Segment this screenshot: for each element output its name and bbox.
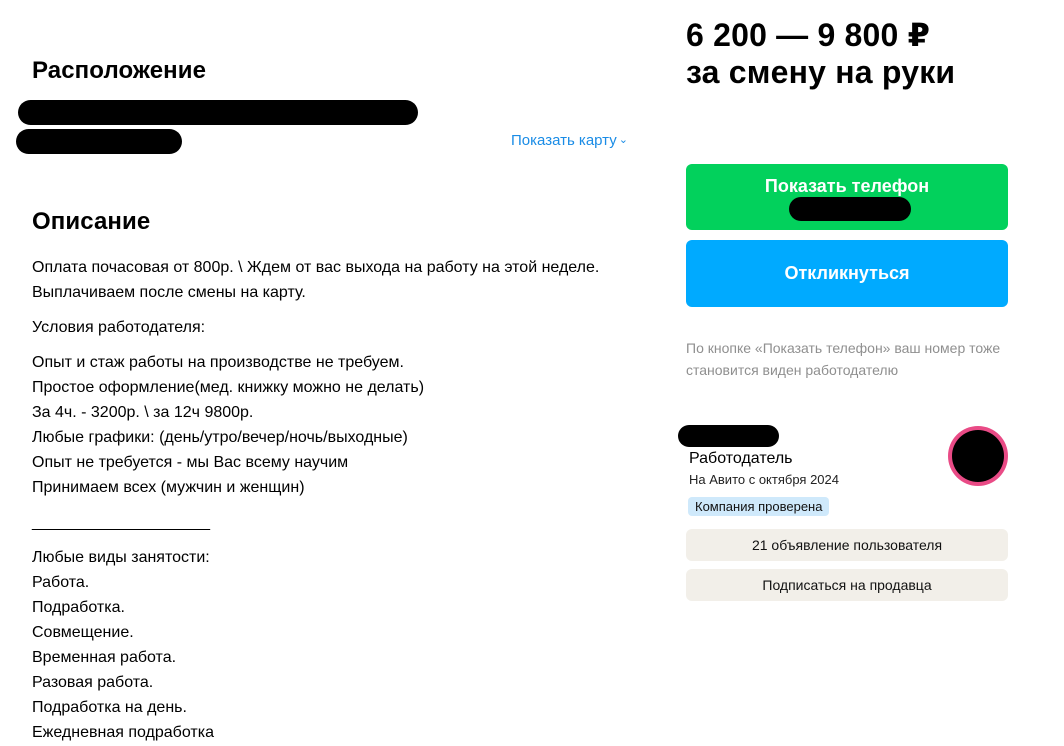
seller-listings-button[interactable]: 21 объявление пользователя [686, 529, 1008, 561]
show-map-label: Показать карту [511, 132, 617, 149]
description-paragraph: Условия работодателя: [32, 315, 652, 340]
description-line: ____________________ [32, 514, 210, 531]
description-line: Любые виды занятости: [32, 549, 210, 566]
description-paragraph: Любые виды занятости: Работа. Подработка… [32, 545, 652, 745]
description-line: Подработка на день. [32, 699, 187, 716]
respond-button[interactable]: Откликнуться [686, 240, 1008, 307]
redacted-avatar-image [952, 430, 1004, 482]
description-line: Простое оформление(мед. книжку можно не … [32, 379, 425, 396]
show-map-link[interactable]: Показать карту ⌄ [511, 132, 628, 149]
redacted-address-line-1 [18, 100, 418, 125]
description-line: Совмещение. [32, 624, 134, 641]
description-text: Оплата почасовая от 800р. \ Ждем от вас … [32, 255, 652, 745]
description-line: Оплата почасовая от 800р. \ Ждем от вас … [32, 259, 600, 276]
location-heading: Расположение [32, 57, 207, 84]
chevron-down-icon: ⌄ [618, 134, 628, 146]
description-line: Опыт не требуется - мы Вас всему научим [32, 454, 349, 471]
description-heading: Описание [32, 208, 151, 235]
avatar[interactable] [948, 426, 1008, 486]
description-divider: ____________________ [32, 510, 652, 535]
description-line: Опыт и стаж работы на производстве не тр… [32, 354, 404, 371]
show-phone-button[interactable]: Показать телефон [686, 164, 1008, 230]
description-line: Работа. [32, 574, 90, 591]
seller-since: На Авито с октября 2024 [689, 472, 839, 487]
seller-role: Работодатель [689, 450, 793, 467]
description-line: Подработка. [32, 599, 125, 616]
phone-visibility-note: По кнопке «Показать телефон» ваш номер т… [686, 340, 1001, 378]
description-line: Ежедневная подработка [32, 724, 214, 741]
description-line: За 4ч. - 3200р. \ за 12ч 9800р. [32, 404, 254, 421]
description-line: Временная работа. [32, 649, 177, 666]
salary-period: за смену на руки [686, 54, 956, 90]
salary-range: 6 200 — 9 800 ₽ [686, 17, 931, 53]
description-line: Разовая работа. [32, 674, 154, 691]
subscribe-seller-button[interactable]: Подписаться на продавца [686, 569, 1008, 601]
description-line: Принимаем всех (мужчин и женщин) [32, 479, 305, 496]
description-line: Условия работодателя: [32, 319, 206, 336]
verified-company-badge: Компания проверена [688, 497, 830, 516]
description-paragraph: Оплата почасовая от 800р. \ Ждем от вас … [32, 255, 652, 305]
redacted-address-line-2 [16, 129, 182, 154]
redacted-phone-number [789, 197, 911, 221]
description-paragraph: Опыт и стаж работы на производстве не тр… [32, 350, 652, 500]
redacted-seller-name [678, 425, 779, 447]
description-line: Выплачиваем после смены на карту. [32, 284, 306, 301]
show-phone-label: Показать телефон [764, 176, 930, 196]
description-line: Любые графики: (день/утро/вечер/ночь/вых… [32, 429, 408, 446]
